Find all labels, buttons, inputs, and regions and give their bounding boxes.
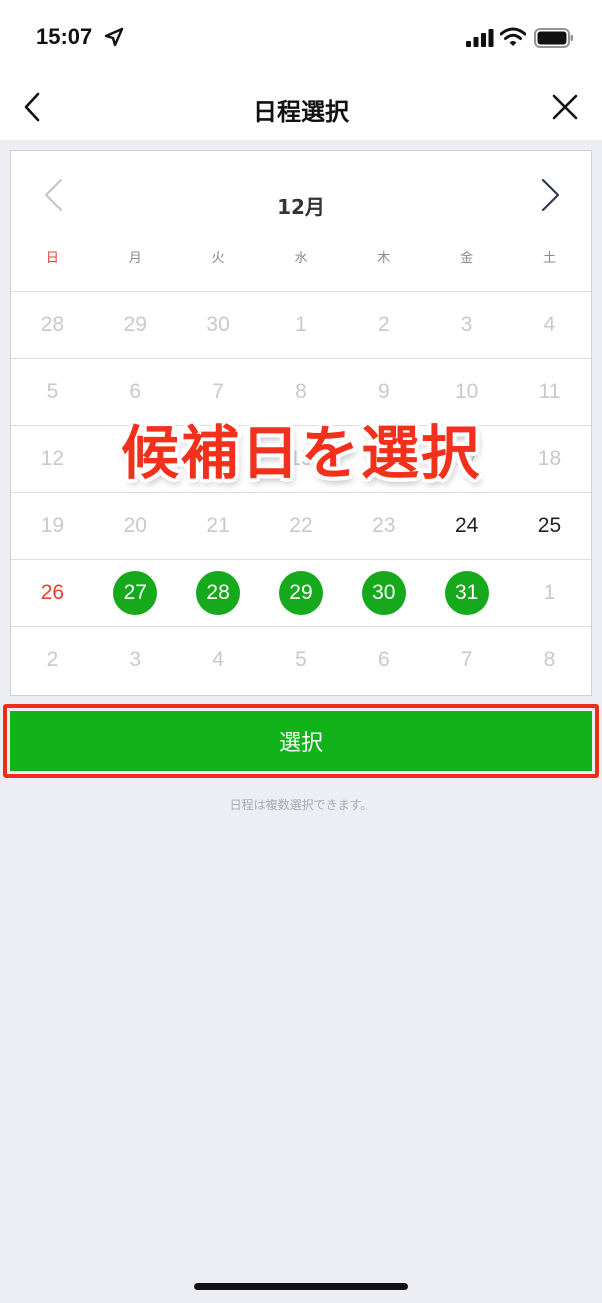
day-cell[interactable]: 24 [425, 493, 508, 559]
month-label: 12月 [277, 195, 325, 219]
weekday-label: 日 [45, 251, 59, 266]
weekday-label: 金 [460, 251, 474, 266]
day-cell-selected[interactable]: 30 [342, 560, 425, 626]
date-grid: 28 29 30 1 2 3 4 5 6 7 8 9 10 11 12 13 1… [11, 291, 591, 693]
day-cell: 3 [129, 648, 142, 671]
day-cell: 8 [543, 648, 556, 671]
day-cell: 2 [377, 313, 390, 336]
battery-icon [534, 28, 573, 48]
weekday-label: 月 [128, 251, 142, 266]
weekday-label: 水 [294, 251, 308, 266]
week-row: 2 3 4 5 6 7 8 [11, 626, 591, 693]
day-cell-selected[interactable]: 27 [94, 560, 177, 626]
select-button[interactable]: 選択 [10, 711, 592, 771]
day-cell: 23 [372, 514, 396, 537]
day-cell: 29 [123, 313, 147, 336]
day-cell: 28 [40, 313, 65, 336]
day-cell: 1 [295, 313, 307, 336]
weekday-label: 火 [211, 251, 225, 266]
selected-day[interactable]: 27 [113, 571, 158, 615]
weekday-label: 土 [542, 251, 556, 266]
day-cell[interactable]: 25 [508, 493, 591, 559]
week-row: 26 27 28 29 30 31 1 [11, 559, 591, 626]
home-indicator [194, 1283, 408, 1290]
day-cell-selected[interactable]: 28 [177, 560, 260, 626]
hint-text: 日程は複数選択できます。 [229, 798, 373, 812]
signal-icon [466, 29, 494, 47]
day-cell: 1 [543, 581, 556, 604]
day-cell: 20 [123, 514, 147, 537]
selected-day[interactable]: 31 [444, 571, 489, 615]
chevron-right-icon[interactable] [539, 177, 563, 213]
selected-day[interactable]: 28 [196, 571, 241, 615]
week-row: 19 20 21 22 23 24 25 [11, 492, 591, 559]
day-cell-selected[interactable]: 29 [260, 560, 343, 626]
page-title: 日程選択 [253, 98, 349, 126]
selected-day[interactable]: 30 [361, 571, 406, 615]
day-cell: 3 [460, 313, 473, 336]
day-cell-selected[interactable]: 31 [425, 560, 508, 626]
wifi-icon [500, 27, 526, 46]
weekday-label: 木 [377, 251, 391, 266]
status-bar: 15:07 [0, 0, 602, 78]
day-cell: 6 [377, 648, 390, 671]
day-cell: 19 [40, 514, 65, 537]
day-cell: 21 [206, 514, 230, 537]
status-time: 15:07 [36, 24, 93, 49]
day-cell: 2 [46, 648, 59, 671]
day-cell: 4 [543, 313, 556, 336]
day-cell: 4 [212, 648, 224, 671]
selected-day[interactable]: 29 [278, 571, 323, 615]
weekday-header: 日 月 火 水 木 金 土 [11, 247, 591, 271]
week-row: 28 29 30 1 2 3 4 [11, 291, 591, 358]
day-cell[interactable]: 26 [11, 560, 94, 626]
navigation-bar: 日程選択 [0, 78, 602, 140]
header-area: 15:07 日程選択 [0, 0, 602, 140]
close-icon[interactable] [548, 90, 582, 124]
annotation-caption: 候補日を選択 [120, 419, 481, 487]
day-cell: 7 [460, 648, 473, 671]
day-cell: 5 [295, 648, 307, 671]
day-cell: 30 [206, 313, 230, 336]
day-cell: 22 [289, 514, 313, 537]
location-icon [104, 27, 124, 47]
